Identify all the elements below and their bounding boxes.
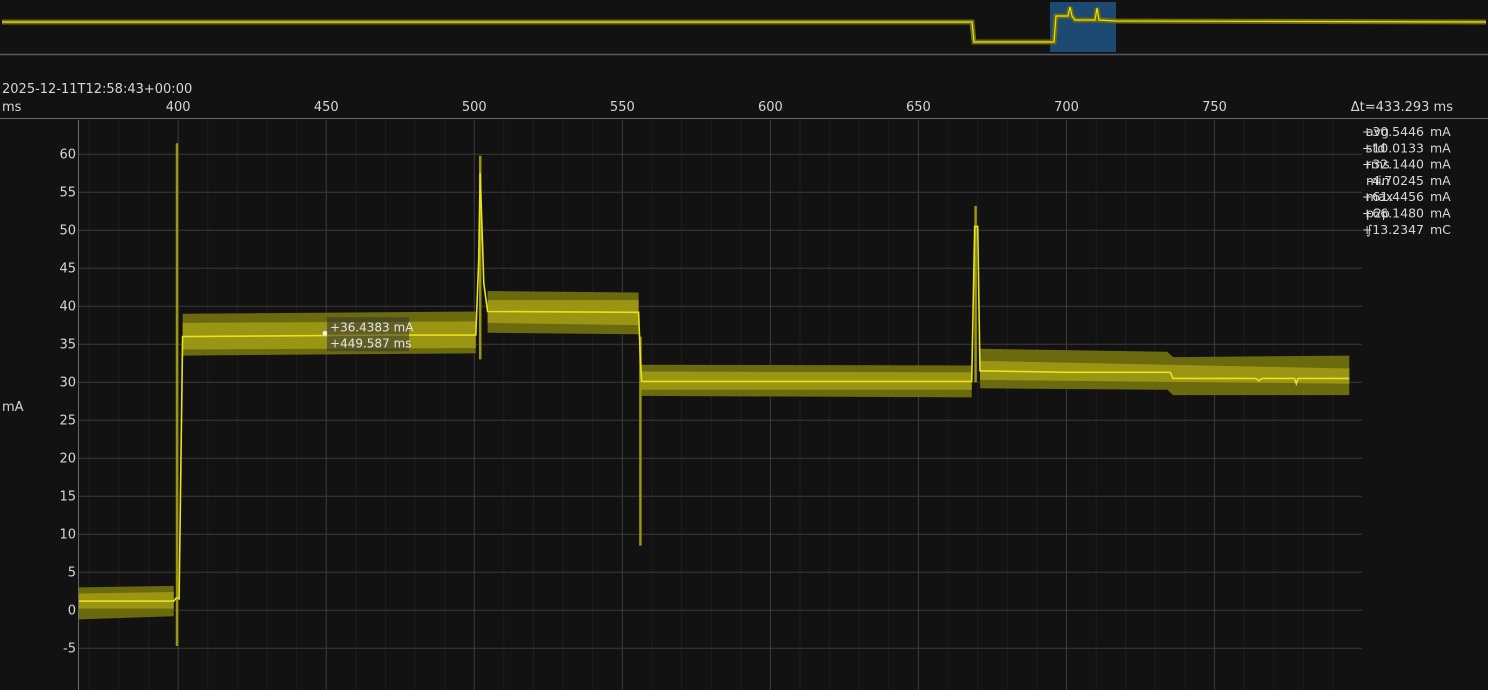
y-tick-label: -5 <box>63 642 76 657</box>
stat-value: +61.4456 <box>1362 189 1424 204</box>
plot-grid <box>79 120 1362 690</box>
stat-value: -4.70245 <box>1368 173 1424 188</box>
stat-value: +13.2347 <box>1362 222 1424 237</box>
delta-time-label: Δt=433.293 ms <box>1351 100 1453 115</box>
x-tick-label: 450 <box>314 100 339 115</box>
trace-envelope <box>79 291 1350 620</box>
y-tick-label: 30 <box>59 376 76 391</box>
stat-unit: mA <box>1430 140 1451 155</box>
y-tick-label: 15 <box>59 490 76 505</box>
y-tick-label: 55 <box>59 186 76 201</box>
y-tick-label: 0 <box>68 604 76 619</box>
cursor-current-readout: +36.4383 mA <box>330 320 414 334</box>
stat-value: +32.1440 <box>1362 157 1424 172</box>
current-scope-view[interactable]: 2025-12-11T12:58:43+00:00 ms Δt=433.293 … <box>0 0 1488 690</box>
stat-unit: mA <box>1430 124 1451 139</box>
stat-unit: mA <box>1430 173 1451 188</box>
x-tick-label: 750 <box>1202 100 1227 115</box>
overview-envelope <box>2 6 1487 45</box>
overview-strip[interactable] <box>0 2 1488 56</box>
statistics-panel: avg+30.5446 mAstd+10.0133 mArms+32.1440 mAm… <box>1362 124 1451 237</box>
cursor-marker[interactable]: +36.4383 mA +449.587 ms <box>322 317 415 352</box>
stat-value: +30.5446 <box>1362 124 1424 139</box>
capture-timestamp: 2025-12-11T12:58:43+00:00 <box>2 82 192 97</box>
y-tick-label: 40 <box>59 300 76 315</box>
x-unit-label: ms <box>2 100 22 115</box>
x-tick-labels: 400 450 500 550 600 650 700 750 <box>166 100 1227 115</box>
y-tick-label: 60 <box>59 148 76 163</box>
x-tick-label: 500 <box>462 100 487 115</box>
y-tick-label: 45 <box>59 262 76 277</box>
cursor-time-readout: +449.587 ms <box>330 336 411 350</box>
y-tick-label: 25 <box>59 414 76 429</box>
y-unit-label: mA <box>2 400 24 415</box>
x-tick-label: 550 <box>610 100 635 115</box>
y-tick-label: 50 <box>59 224 76 239</box>
stat-unit: mA <box>1430 206 1451 221</box>
y-tick-label: 20 <box>59 452 76 467</box>
stat-unit: mA <box>1430 189 1451 204</box>
y-tick-label: 5 <box>68 566 76 581</box>
stat-value: +66.1480 <box>1362 206 1424 221</box>
stat-value: +10.0133 <box>1362 140 1424 155</box>
x-tick-label: 600 <box>758 100 783 115</box>
y-tick-label: 10 <box>59 528 76 543</box>
x-tick-label: 700 <box>1054 100 1079 115</box>
stat-unit: mA <box>1430 157 1451 172</box>
cursor-dot[interactable] <box>322 330 328 336</box>
stat-unit: mC <box>1430 222 1451 237</box>
x-tick-label: 650 <box>906 100 931 115</box>
x-tick-label: 400 <box>166 100 191 115</box>
y-tick-label: 35 <box>59 338 76 353</box>
overview-selection[interactable] <box>1050 2 1116 52</box>
y-tick-labels: -5 0 5 10 15 20 25 30 35 40 45 50 55 60 <box>59 148 76 657</box>
